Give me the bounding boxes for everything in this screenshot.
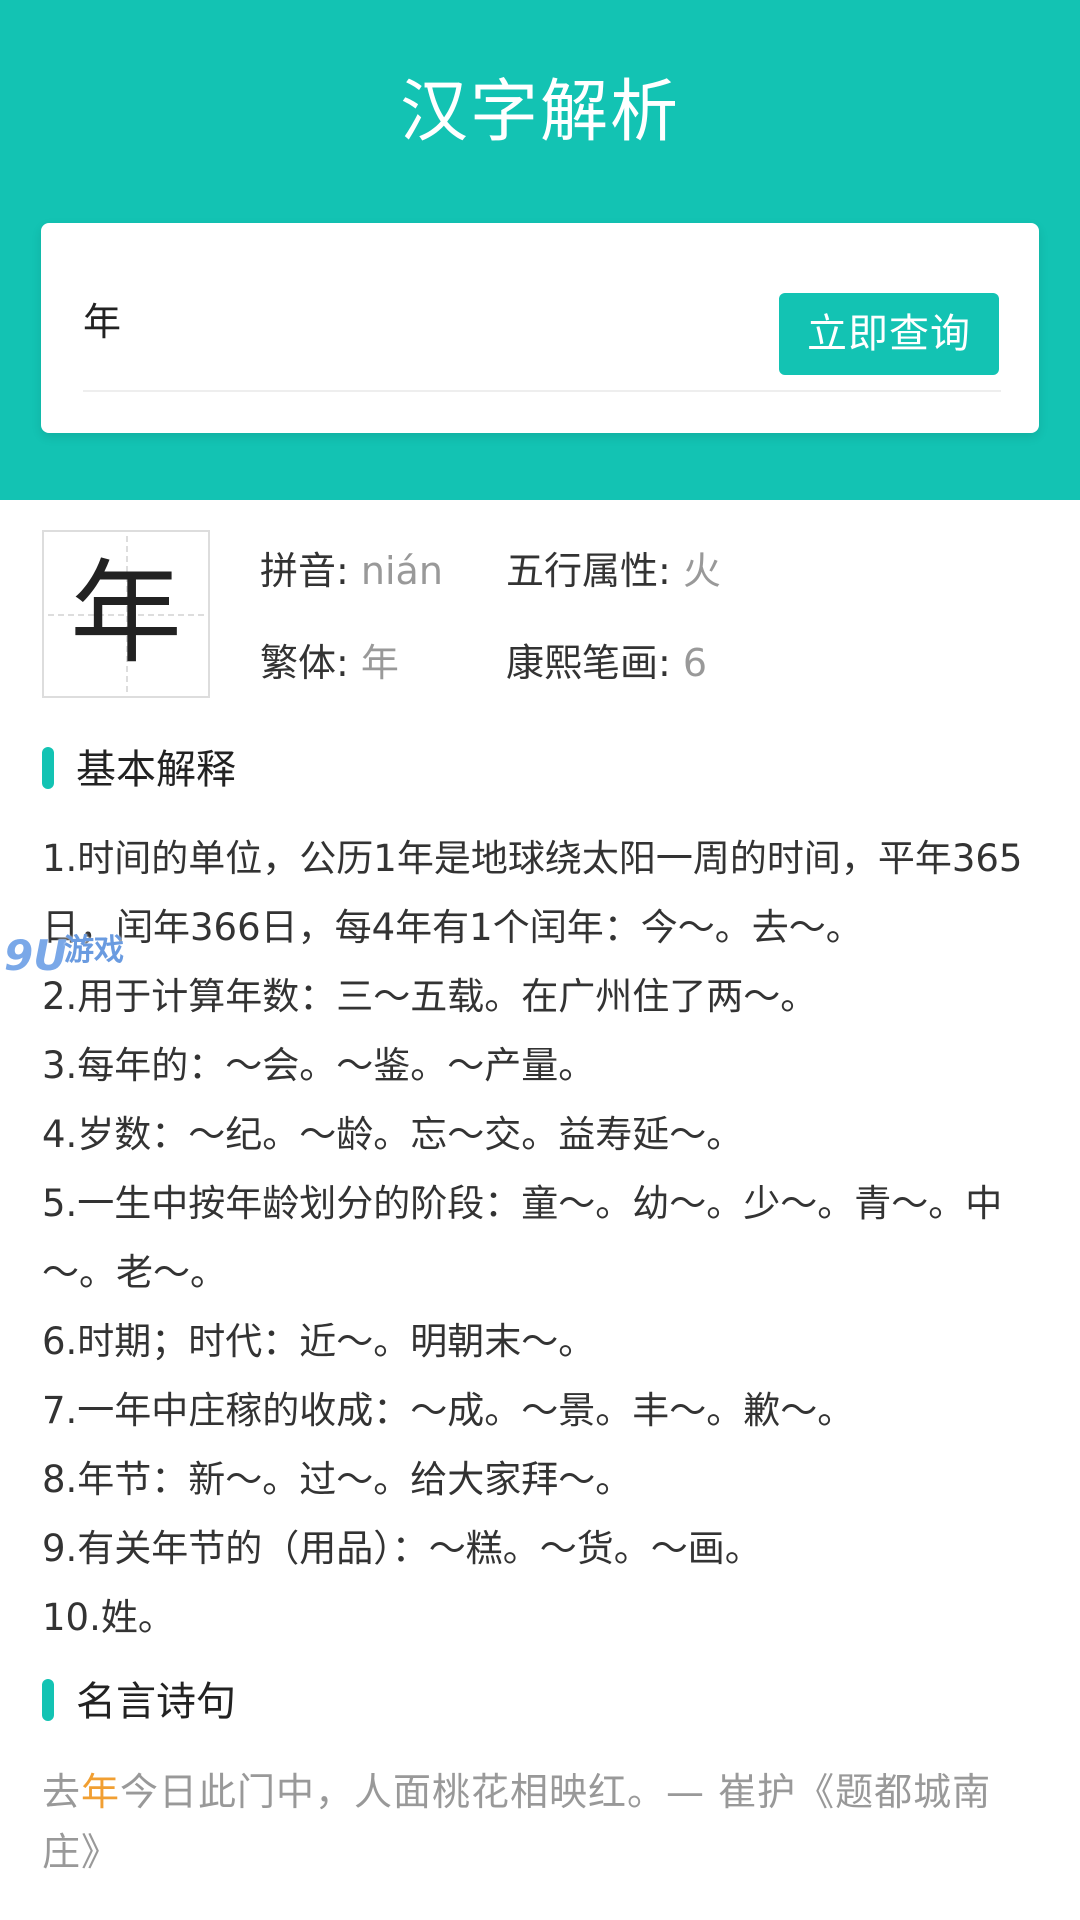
kangxi-value: 6 [682,641,708,685]
quote-text-before: 去 [42,1770,82,1814]
watermark-text: 游戏 [64,933,124,968]
character-glyph: 年 [70,549,182,679]
quote-list: 去年今日此门中，人面桃花相映红。— 崔护《题都城南庄》 [42,1762,1042,1904]
definition-item: 1.时间的单位，公历1年是地球绕太阳一周的时间，平年365日，闰年366日，每4… [42,837,1023,949]
definition-item: 3.每年的：～会。～鉴。～产量。 [42,1044,596,1087]
pinyin-value: nián [360,549,443,593]
kangxi-label: 康熙笔画: [506,641,671,685]
definition-item: 4.岁数：～纪。～龄。忘～交。益寿延～。 [42,1113,744,1156]
search-input[interactable] [83,283,743,353]
definition-list: 1.时间的单位，公历1年是地球绕太阳一周的时间，平年365日，闰年366日，每4… [42,824,1042,1652]
section-bar [42,1679,54,1721]
wuxing-info: 五行属性: 火 [506,546,721,596]
definition-item: 10.姓。 [42,1596,175,1639]
definition-item: 5.一生中按年龄划分的阶段：童～。幼～。少～。青～。中～。老～。 [42,1182,1003,1294]
wuxing-value: 火 [682,549,721,593]
watermark-logo: 9U 游戏 [0,932,140,980]
kangxi-info: 康熙笔画: 6 [506,638,707,688]
definition-item: 9.有关年节的（用品）：～糕。～货。～画。 [42,1527,762,1570]
traditional-info: 繁体: 年 [260,638,399,688]
wuxing-label: 五行属性: [506,549,671,593]
definition-item: 8.年节：新～。过～。给大家拜～。 [42,1458,633,1501]
quotes-section-title: 名言诗句 [42,1677,236,1727]
basic-section-title: 基本解释 [42,745,236,795]
quote-highlight: 年 [81,1770,121,1814]
character-box: 年 [42,530,210,698]
page-title: 汉字解析 [399,73,680,152]
quote-item: 去年今日此门中，人面桃花相映红。— 崔护《题都城南庄》 [42,1762,1042,1882]
quote-text-after: 今日此门中，人面桃花相映红。— 崔护《题都城南庄》 [42,1770,992,1874]
basic-title-text: 基本解释 [76,747,236,793]
pinyin-info: 拼音: nián [260,546,443,596]
definition-item: 2.用于计算年数：三～五载。在广州住了两～。 [42,975,818,1018]
watermark-number: 9U [4,931,68,980]
quotes-title-text: 名言诗句 [76,1679,236,1725]
pinyin-label: 拼音: [260,549,349,593]
search-card: 立即查询 [41,223,1039,433]
search-button[interactable]: 立即查询 [779,293,999,375]
traditional-label: 繁体: [260,641,349,685]
definition-item: 6.时期；时代：近～。明朝末～。 [42,1320,596,1363]
search-underline [83,390,1001,392]
section-bar [42,747,54,789]
definition-item: 7.一年中庄稼的收成：～成。～景。丰～。歉～。 [42,1389,855,1432]
traditional-value: 年 [360,641,399,685]
